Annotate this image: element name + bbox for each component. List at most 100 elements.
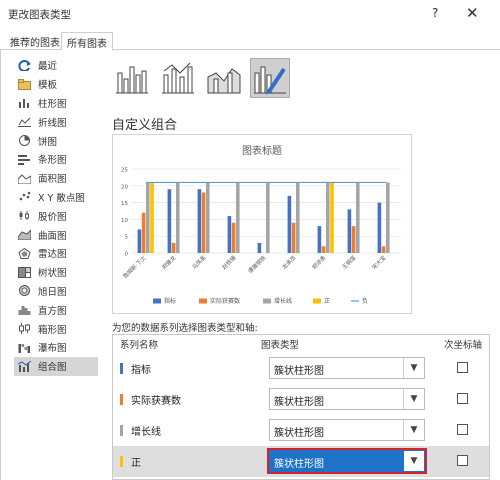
pie-chart-icon — [17, 135, 31, 147]
bar-指标 — [167, 189, 172, 253]
header-series-name: 系列名称 — [120, 340, 159, 351]
chevron-down-icon[interactable]: ▼ — [403, 389, 424, 409]
folder-icon — [17, 78, 31, 90]
bar-指标 — [377, 202, 382, 253]
sidebar-item-recent[interactable]: 最近 — [14, 56, 98, 75]
y-tick-label: 20 — [121, 184, 128, 190]
chevron-down-icon[interactable]: ▼ — [403, 451, 424, 471]
bar-增长线 — [146, 182, 150, 253]
sidebar-item-sunburst[interactable]: 旭日图 — [14, 282, 98, 301]
sidebar-item-label: 股价图 — [38, 211, 67, 223]
sidebar-item-combo-chart[interactable]: 组合图 — [14, 356, 98, 376]
bar-增长线 — [266, 182, 270, 253]
series-name: 指标 — [131, 365, 151, 376]
series-row: 增长线 簇状柱形图 ▼ — [113, 415, 489, 446]
sidebar-item-surface-chart[interactable]: 曲面图 — [14, 225, 98, 244]
y-tick-label: 10 — [121, 218, 128, 224]
sidebar-item-radar-chart[interactable]: 雷达图 — [14, 244, 98, 263]
bar-正 — [330, 182, 334, 253]
line-chart-icon — [17, 116, 31, 128]
chart-preview: 图表标题 0 5 10 15 20 25 詹姆斯·下士 郑雅龙 马凤英 赵铁锤 谭雅钢铁 龙承员 郑添勇王… — [112, 134, 412, 314]
secondary-axis-checkbox[interactable] — [457, 424, 468, 435]
chart-type-dropdown[interactable]: 簇状柱形图 ▼ — [269, 388, 425, 410]
help-icon[interactable]: ? — [432, 6, 438, 20]
y-tick-label: 0 — [125, 252, 129, 258]
chart-type-dropdown[interactable]: 簇状柱形图 ▼ — [269, 357, 425, 379]
combo-subtype-thumb[interactable] — [158, 58, 198, 98]
series-color-swatch — [120, 456, 123, 467]
secondary-axis-checkbox[interactable] — [457, 455, 468, 466]
legend-label: 负 — [362, 297, 368, 305]
close-icon[interactable]: ✕ — [466, 4, 479, 22]
sidebar-item-stock-chart[interactable]: 股价图 — [14, 206, 98, 225]
sidebar-item-label: 面积图 — [38, 174, 67, 186]
tab-recommended-charts[interactable]: 推荐的图表 — [5, 32, 65, 50]
scatter-chart-icon — [17, 191, 31, 203]
bar-增长线 — [176, 182, 180, 253]
sidebar-item-label: 条形图 — [38, 155, 67, 167]
bar-实际获赛数 — [321, 246, 326, 253]
sidebar-item-label: 模板 — [38, 80, 58, 92]
combo-subtype-thumb[interactable] — [112, 58, 152, 98]
series-row: 正 簇状柱形图 ▼ — [113, 446, 489, 477]
legend-label: 增长线 — [274, 297, 292, 305]
sidebar-item-folder[interactable]: 模板 — [14, 75, 98, 94]
x-tick-label: 郑雅龙 — [160, 253, 178, 271]
chevron-down-icon[interactable]: ▼ — [403, 358, 424, 378]
sidebar-item-label: 曲面图 — [38, 230, 67, 242]
recent-icon — [17, 59, 31, 71]
secondary-axis-checkbox[interactable] — [457, 362, 468, 373]
y-tick-label: 5 — [125, 235, 129, 241]
bar-指标 — [287, 195, 292, 253]
series-row: 实际获赛数 簇状柱形图 ▼ — [113, 384, 489, 415]
x-tick-label: 赵铁锤 — [220, 253, 238, 271]
bar-实际获赛数 — [171, 242, 176, 253]
sidebar-item-treemap[interactable]: 树状图 — [14, 263, 98, 282]
chart-type-value: 簇状柱形图 — [274, 459, 324, 470]
sidebar-item-scatter-chart[interactable]: X Y 散点图 — [14, 188, 98, 207]
sidebar-item-label: 最近 — [38, 61, 58, 73]
sunburst-icon — [17, 285, 31, 297]
bar-实际获赛数 — [291, 222, 296, 253]
x-tick-label: 郑添勇 — [310, 254, 327, 271]
waterfall-icon — [17, 341, 31, 353]
sidebar-item-bar-chart[interactable]: 条形图 — [14, 150, 98, 169]
y-tick-label: 25 — [121, 168, 128, 174]
section-title: 自定义组合 — [112, 118, 178, 133]
secondary-axis-checkbox[interactable] — [457, 393, 468, 404]
combo-chart-icon — [17, 360, 31, 372]
x-tick-label: 龙承员 — [280, 253, 298, 271]
tab-strip: 推荐的图表 所有图表 — [0, 32, 500, 51]
custom-combo-thumb[interactable] — [250, 58, 290, 98]
sidebar-item-area-chart[interactable]: 面积图 — [14, 169, 98, 188]
chart-title: 图表标题 — [242, 144, 282, 157]
sidebar-item-box-whisker[interactable]: 箱形图 — [14, 319, 98, 338]
sidebar-item-label: 树状图 — [38, 268, 67, 280]
sidebar-item-line-chart[interactable]: 折线图 — [14, 112, 98, 131]
sidebar-item-label: 瀑布图 — [38, 343, 67, 355]
series-grid: 系列名称 图表类型 次坐标轴 指标 簇状柱形图 ▼ 实际获赛数 簇状柱形图 ▼ 增长线 簇状柱… — [112, 334, 490, 480]
chart-type-dropdown[interactable]: 簇状柱形图 ▼ — [269, 419, 425, 441]
series-color-swatch — [120, 363, 123, 374]
sidebar-item-histogram[interactable]: 直方图 — [14, 300, 98, 319]
bar-正 — [150, 182, 154, 253]
combo-subtype-thumb[interactable] — [204, 58, 244, 98]
bar-实际获赛数 — [141, 212, 146, 253]
series-name: 实际获赛数 — [131, 396, 181, 407]
sidebar-item-column-chart[interactable]: 柱形图 — [14, 94, 98, 113]
tab-all-charts[interactable]: 所有图表 — [61, 32, 113, 51]
series-row: 指标 簇状柱形图 ▼ — [113, 353, 489, 384]
combo-column-line-secondary-icon — [162, 62, 194, 94]
series-color-swatch — [120, 394, 123, 405]
radar-chart-icon — [17, 247, 31, 259]
chevron-down-icon[interactable]: ▼ — [403, 420, 424, 440]
bar-实际获赛数 — [351, 226, 356, 253]
combo-column-line-icon — [116, 66, 148, 94]
bar-指标 — [227, 216, 232, 253]
header-chart-type: 图表类型 — [261, 340, 300, 351]
sidebar-item-waterfall[interactable]: 瀑布图 — [14, 338, 98, 357]
custom-combo-pencil-icon — [254, 66, 286, 95]
x-tick-label: 宋大宝 — [370, 253, 388, 271]
chart-type-dropdown[interactable]: 簇状柱形图 ▼ — [269, 450, 425, 472]
sidebar-item-pie-chart[interactable]: 饼图 — [14, 131, 98, 150]
